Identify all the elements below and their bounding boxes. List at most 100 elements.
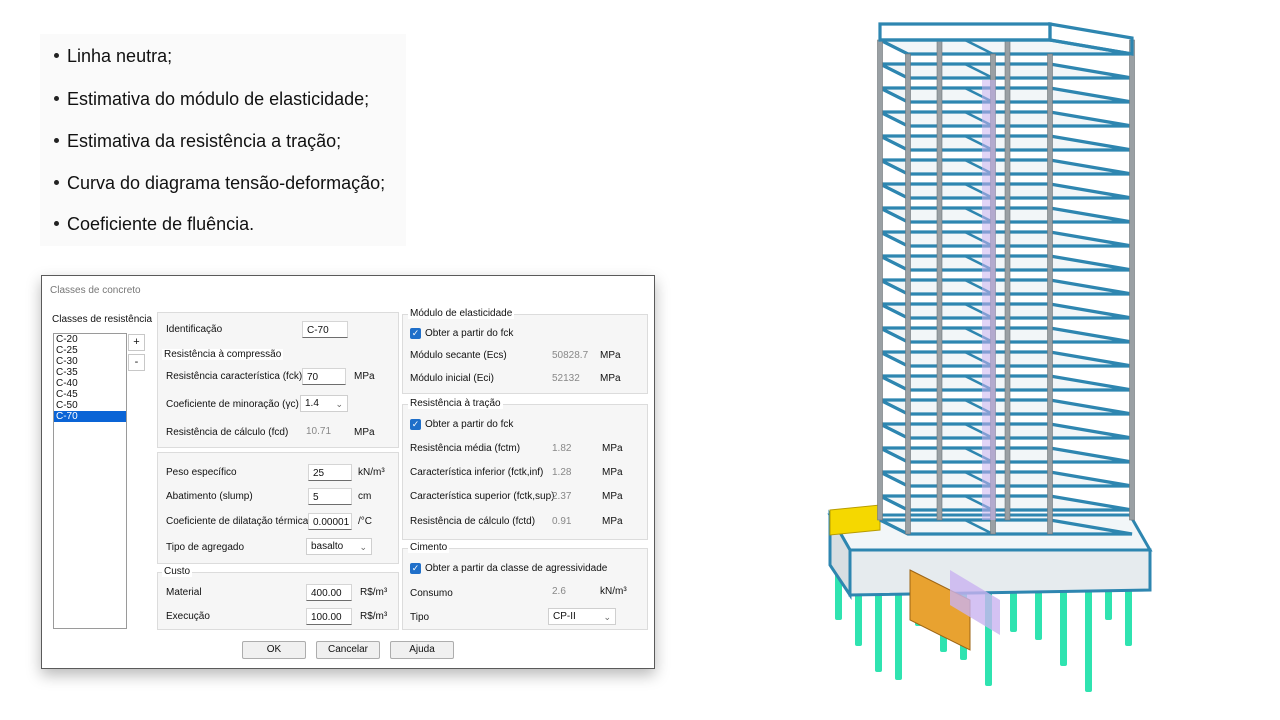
dilatacao-input[interactable]: 0.00001 xyxy=(308,513,352,530)
bullet-item: Estimativa do módulo de elasticidade; xyxy=(54,89,369,110)
material-unit: R$/m³ xyxy=(360,587,388,598)
fck-input[interactable]: 70 xyxy=(302,368,346,385)
fctd-label: Resistência de cálculo (fctd) xyxy=(410,516,536,527)
fcd-label: Resistência de cálculo (fcd) xyxy=(166,427,289,438)
add-class-button[interactable]: + xyxy=(128,334,145,351)
tension-check-label[interactable]: Obter a partir do fck xyxy=(425,419,513,430)
remove-class-button[interactable]: - xyxy=(128,354,145,371)
list-item[interactable]: C-40 xyxy=(54,378,126,389)
roof-frame xyxy=(878,22,1052,42)
tipo-select[interactable]: CP-II ⌄ xyxy=(548,608,616,625)
chevron-down-icon: ⌄ xyxy=(603,612,611,622)
execucao-input[interactable]: 100.00 xyxy=(306,608,352,625)
list-item-selected[interactable]: C-70 xyxy=(54,411,126,422)
pile xyxy=(1085,582,1092,692)
agregado-select[interactable]: basalto ⌄ xyxy=(306,538,372,555)
ok-button[interactable]: OK xyxy=(242,641,306,659)
fctm-value: 1.82 xyxy=(552,443,572,454)
gamma-select[interactable]: 1.4 ⌄ xyxy=(300,395,348,412)
checkbox-icon[interactable]: ✓ xyxy=(410,419,421,430)
cancel-button[interactable]: Cancelar xyxy=(316,641,380,659)
fctm-label: Resistência média (fctm) xyxy=(410,443,521,454)
cost-group-title: Custo xyxy=(162,566,193,577)
gamma-value: 1.4 xyxy=(305,398,319,409)
list-item[interactable]: C-20 xyxy=(54,334,126,345)
slump-input[interactable]: 5 xyxy=(308,488,352,505)
identificacao-input[interactable]: C-70 xyxy=(302,321,348,338)
compression-group-title: Resistência à compressão xyxy=(162,349,284,360)
cement-group-title: Cimento xyxy=(408,542,450,553)
fctk-sup-label: Característica superior (fctk,sup) xyxy=(410,491,555,502)
bullet-item: Coeficiente de fluência. xyxy=(54,214,254,235)
fctk-sup-value: 2.37 xyxy=(552,491,572,502)
peso-label: Peso específico xyxy=(166,467,237,478)
list-item[interactable]: C-35 xyxy=(54,367,126,378)
podium-front xyxy=(848,548,1152,597)
slump-label: Abatimento (slump) xyxy=(166,491,253,502)
cement-check-label[interactable]: Obter a partir da classe de agressividad… xyxy=(425,563,607,574)
tipo-value: CP-II xyxy=(553,611,576,622)
checkbox-icon[interactable]: ✓ xyxy=(410,563,421,574)
fcd-value: 10.71 xyxy=(306,426,332,437)
modulus-group-title: Módulo de elasticidade xyxy=(408,308,515,319)
fcd-unit: MPa xyxy=(354,427,375,438)
classes-listbox[interactable]: C-20 C-25 C-30 C-35 C-40 C-45 C-50 C-70 xyxy=(53,333,127,629)
column xyxy=(1004,39,1011,521)
modulus-check-label[interactable]: Obter a partir do fck xyxy=(425,328,513,339)
ecs-value: 50828.7 xyxy=(552,350,589,361)
fctk-sup-unit: MPa xyxy=(602,491,623,502)
slump-unit: cm xyxy=(358,491,372,502)
bullet-item: Estimativa da resistência a tração; xyxy=(54,131,341,152)
eci-label: Módulo inicial (Eci) xyxy=(410,373,494,384)
bullet-dot-icon xyxy=(54,179,59,185)
fctd-value: 0.91 xyxy=(552,516,572,527)
ecs-label: Módulo secante (Ecs) xyxy=(410,350,507,361)
fck-unit: MPa xyxy=(354,371,375,382)
material-input[interactable]: 400.00 xyxy=(306,584,352,601)
tension-group-title: Resistência à tração xyxy=(408,398,503,409)
dialog-title: Classes de concreto xyxy=(50,285,141,296)
column xyxy=(936,39,943,521)
column xyxy=(877,39,883,521)
execucao-unit: R$/m³ xyxy=(360,611,388,622)
ecs-unit: MPa xyxy=(600,350,621,361)
list-item[interactable]: C-25 xyxy=(54,345,126,356)
fck-label: Resistência característica (fck) xyxy=(166,371,303,382)
list-item[interactable]: C-45 xyxy=(54,389,126,400)
consumo-label: Consumo xyxy=(410,588,453,599)
fctm-unit: MPa xyxy=(602,443,623,454)
bullet-item: Linha neutra; xyxy=(54,46,172,67)
consumo-unit: kN/m³ xyxy=(600,586,627,597)
eci-value: 52132 xyxy=(552,373,580,384)
material-label: Material xyxy=(166,587,202,598)
fctd-unit: MPa xyxy=(602,516,623,527)
checkbox-icon[interactable]: ✓ xyxy=(410,328,421,339)
gamma-label: Coeficiente de minoração (γc) xyxy=(166,399,299,410)
help-button[interactable]: Ajuda xyxy=(390,641,454,659)
column xyxy=(905,53,911,535)
identificacao-label: Identificação xyxy=(166,324,223,335)
list-item[interactable]: C-30 xyxy=(54,356,126,367)
fctk-inf-label: Característica inferior (fctk,inf) xyxy=(410,467,544,478)
fctk-inf-unit: MPa xyxy=(602,467,623,478)
bullet-dot-icon xyxy=(54,220,59,226)
execucao-label: Execução xyxy=(166,611,210,622)
list-item[interactable]: C-50 xyxy=(54,400,126,411)
agregado-value: basalto xyxy=(311,541,344,552)
building-3d-model xyxy=(827,22,1153,692)
peso-unit: kN/m³ xyxy=(358,467,385,478)
bullet-dot-icon xyxy=(54,137,59,143)
bullet-list: Linha neutra; Estimativa do módulo de el… xyxy=(40,34,406,246)
yellow-block xyxy=(829,504,881,536)
column xyxy=(1129,39,1135,521)
dilatacao-unit: /°C xyxy=(358,516,372,527)
eci-unit: MPa xyxy=(600,373,621,384)
peso-input[interactable]: 25 xyxy=(308,464,352,481)
concrete-classes-dialog: Classes de concreto Classes de resistênc… xyxy=(41,275,655,669)
consumo-value: 2.6 xyxy=(552,586,566,597)
column xyxy=(1047,53,1053,535)
bullet-dot-icon xyxy=(54,52,59,58)
bullet-dot-icon xyxy=(54,95,59,101)
tipo-label: Tipo xyxy=(410,612,430,623)
agregado-label: Tipo de agregado xyxy=(166,542,245,553)
